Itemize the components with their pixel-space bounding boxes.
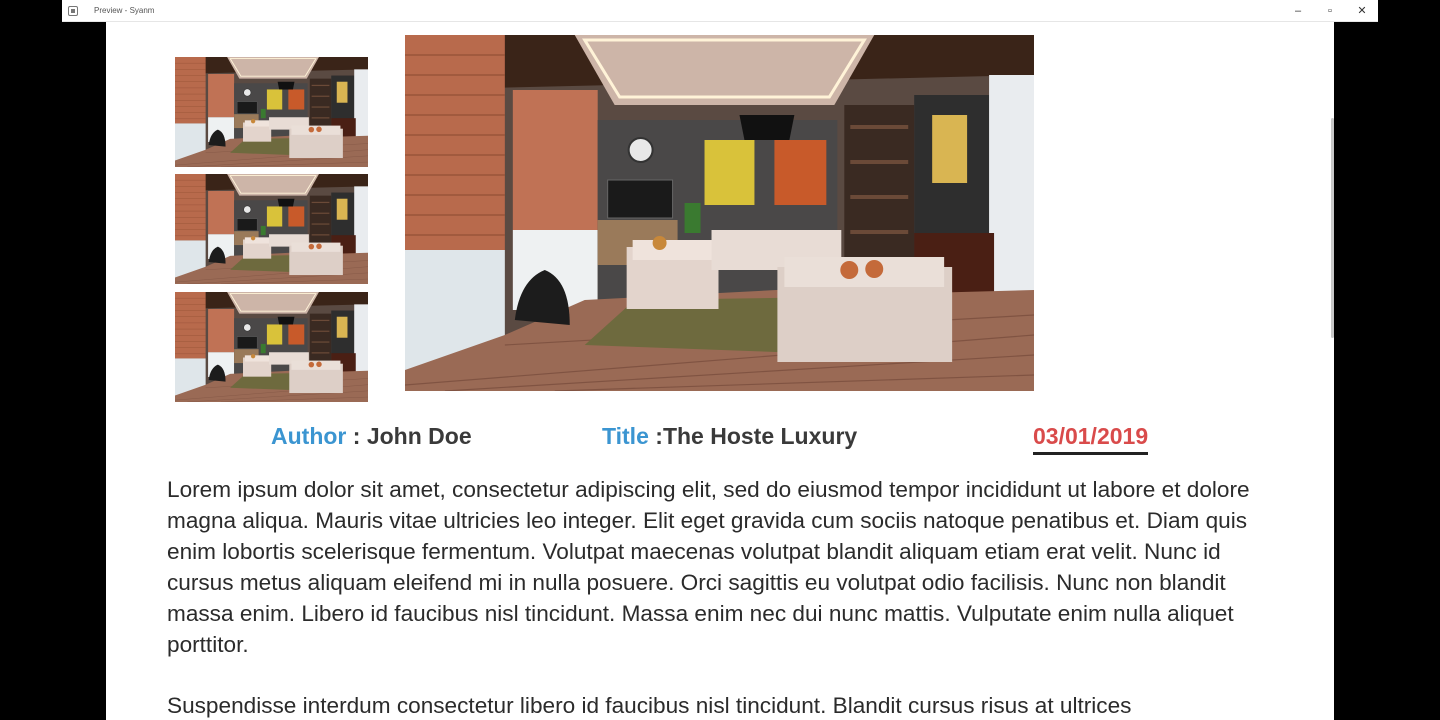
body-paragraph-1: Lorem ipsum dolor sit amet, consectetur … (167, 477, 1250, 657)
living-room-image (175, 292, 368, 402)
window-titlebar: Preview - Syanm – ▫ ✕ (62, 0, 1378, 22)
author-separator: : (346, 423, 367, 449)
app-icon (68, 5, 78, 16)
author-value: John Doe (366, 423, 472, 449)
living-room-image (175, 174, 368, 284)
title-field: Title :The Hoste Luxury (602, 423, 857, 450)
title-separator: : (648, 423, 663, 449)
minimize-button[interactable]: – (1282, 0, 1314, 22)
title-label: Title (602, 423, 649, 449)
preview-page: Author : John Doe Title :The Hoste Luxur… (106, 22, 1334, 720)
date-link[interactable]: 03/01/2019 (1033, 423, 1149, 455)
body-paragraph-2: Suspendisse interdum consectetur libero … (167, 693, 1132, 718)
thumbnail-image-3[interactable] (175, 292, 368, 402)
scrollbar[interactable] (1331, 118, 1334, 338)
author-label: Author (271, 423, 347, 449)
thumbnail-image-1[interactable] (175, 57, 368, 167)
maximize-button[interactable]: ▫ (1314, 0, 1346, 22)
author-field: Author : John Doe (271, 423, 472, 450)
living-room-image (405, 35, 1034, 391)
title-value: The Hoste Luxury (662, 423, 858, 449)
window-controls: – ▫ ✕ (1282, 0, 1378, 22)
thumbnail-image-2[interactable] (175, 174, 368, 284)
living-room-image (175, 57, 368, 167)
main-image (405, 35, 1034, 391)
close-button[interactable]: ✕ (1346, 0, 1378, 22)
window-title: Preview - Syanm (94, 6, 155, 15)
